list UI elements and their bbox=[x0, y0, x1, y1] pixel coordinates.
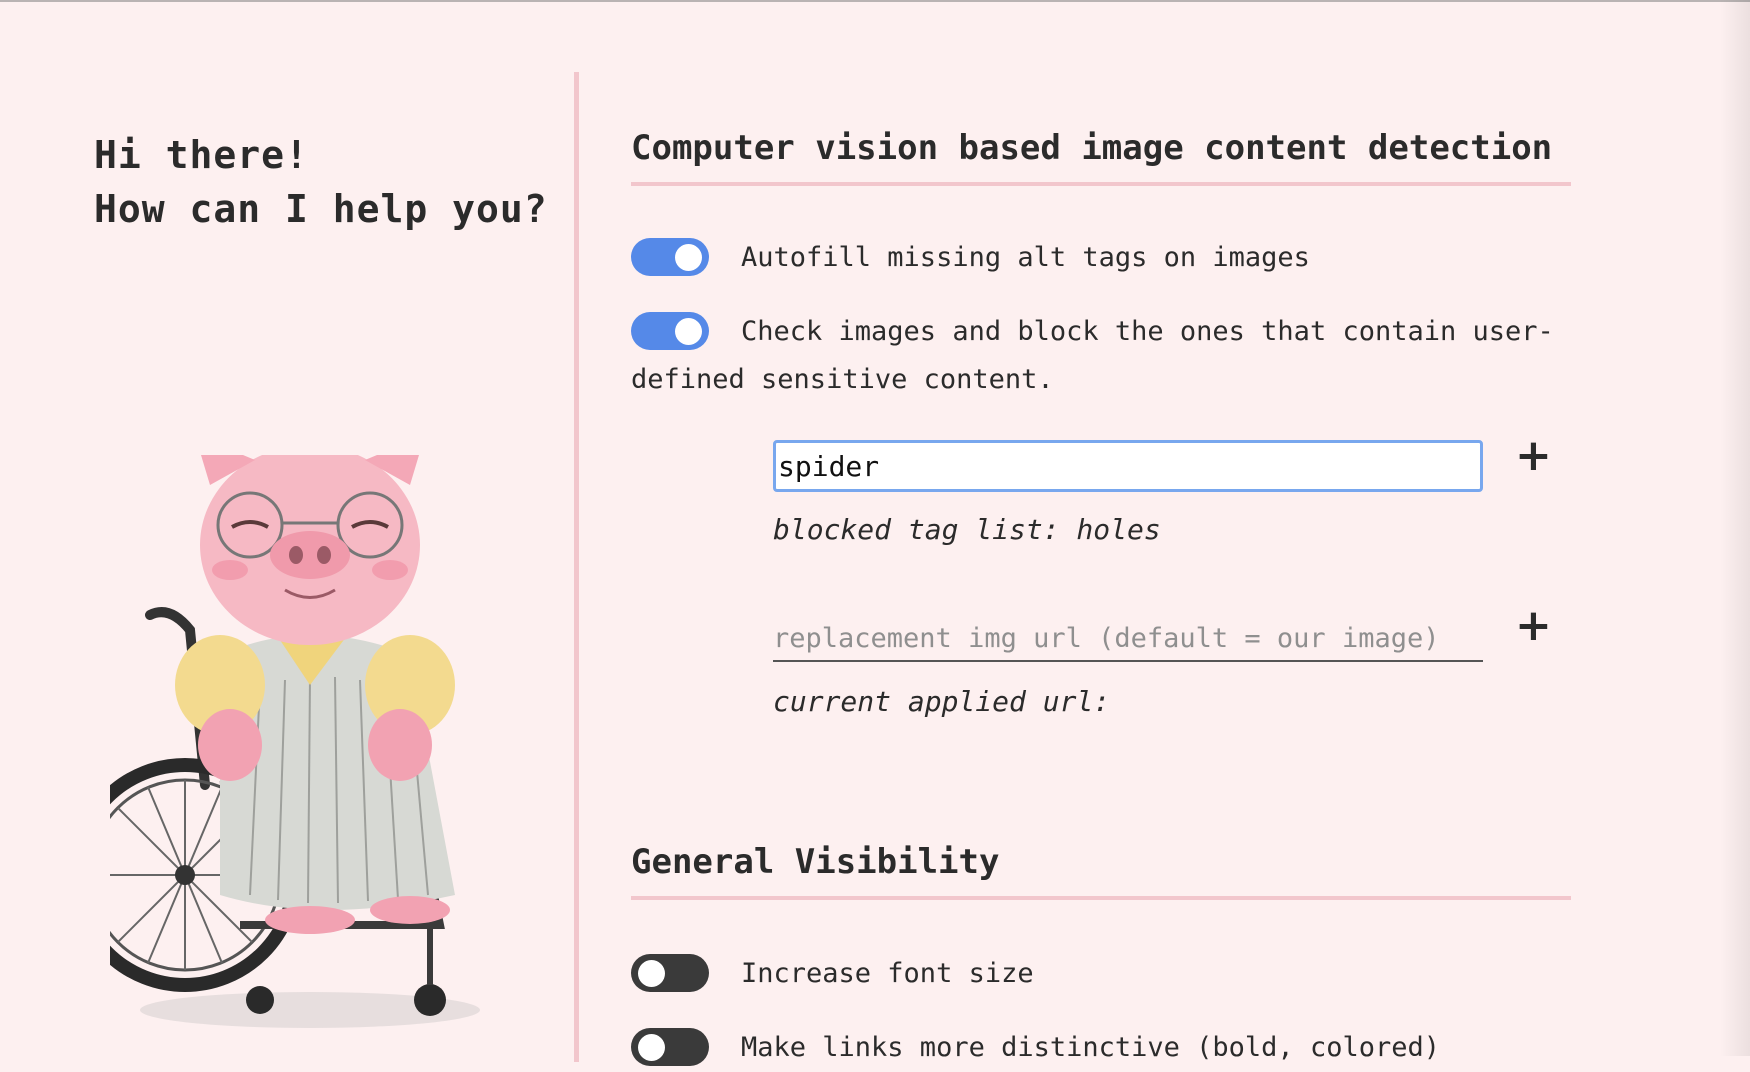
greeting-line-1: Hi there! bbox=[94, 133, 309, 177]
add-replacement-url-button[interactable]: + bbox=[1515, 604, 1552, 648]
increase-font-toggle[interactable] bbox=[631, 954, 709, 992]
toggle-knob bbox=[675, 244, 702, 271]
blocked-tag-input[interactable] bbox=[773, 440, 1483, 492]
distinct-links-label: Make links more distinctive (bold, color… bbox=[741, 1032, 1440, 1063]
block-sensitive-label: Check images and block the ones that con… bbox=[631, 316, 1554, 395]
block-sensitive-toggle[interactable] bbox=[631, 312, 709, 350]
distinct-links-toggle[interactable] bbox=[631, 1028, 709, 1066]
setting-row-increase-font: Increase font size bbox=[631, 950, 1571, 998]
setting-row-autofill-alt: Autofill missing alt tags on images bbox=[631, 234, 1571, 282]
toggle-knob bbox=[638, 960, 665, 987]
settings-panel: Computer vision based image content dete… bbox=[631, 0, 1571, 1066]
section-header-general-visibility: General Visibility bbox=[631, 840, 1571, 900]
increase-font-label: Increase font size bbox=[741, 958, 1034, 989]
assistant-panel: Hi there! How can I help you? bbox=[0, 0, 575, 1056]
panel-divider bbox=[574, 72, 579, 1062]
section-title-general-visibility: General Visibility bbox=[631, 842, 1000, 882]
setting-row-distinct-links: Make links more distinctive (bold, color… bbox=[631, 1024, 1571, 1072]
toggle-knob bbox=[638, 1034, 665, 1061]
greeting-line-2: How can I help you? bbox=[94, 187, 548, 231]
autofill-alt-toggle[interactable] bbox=[631, 238, 709, 276]
blocked-tag-list-text: blocked tag list: holes bbox=[773, 513, 1161, 546]
setting-row-block-sensitive: Check images and block the ones that con… bbox=[631, 308, 1571, 404]
section-title-image-detection: Computer vision based image content dete… bbox=[631, 128, 1553, 168]
replacement-url-input[interactable] bbox=[773, 616, 1483, 662]
section-header-image-detection: Computer vision based image content dete… bbox=[631, 126, 1571, 186]
toggle-knob bbox=[675, 318, 702, 345]
window-right-shadow bbox=[1720, 0, 1750, 1056]
pig-wheelchair-illustration bbox=[110, 455, 480, 1028]
current-applied-url-text: current applied url: bbox=[773, 685, 1111, 718]
add-blocked-tag-button[interactable]: + bbox=[1515, 434, 1552, 478]
autofill-alt-label: Autofill missing alt tags on images bbox=[741, 242, 1310, 273]
greeting-text: Hi there! How can I help you? bbox=[94, 128, 548, 236]
